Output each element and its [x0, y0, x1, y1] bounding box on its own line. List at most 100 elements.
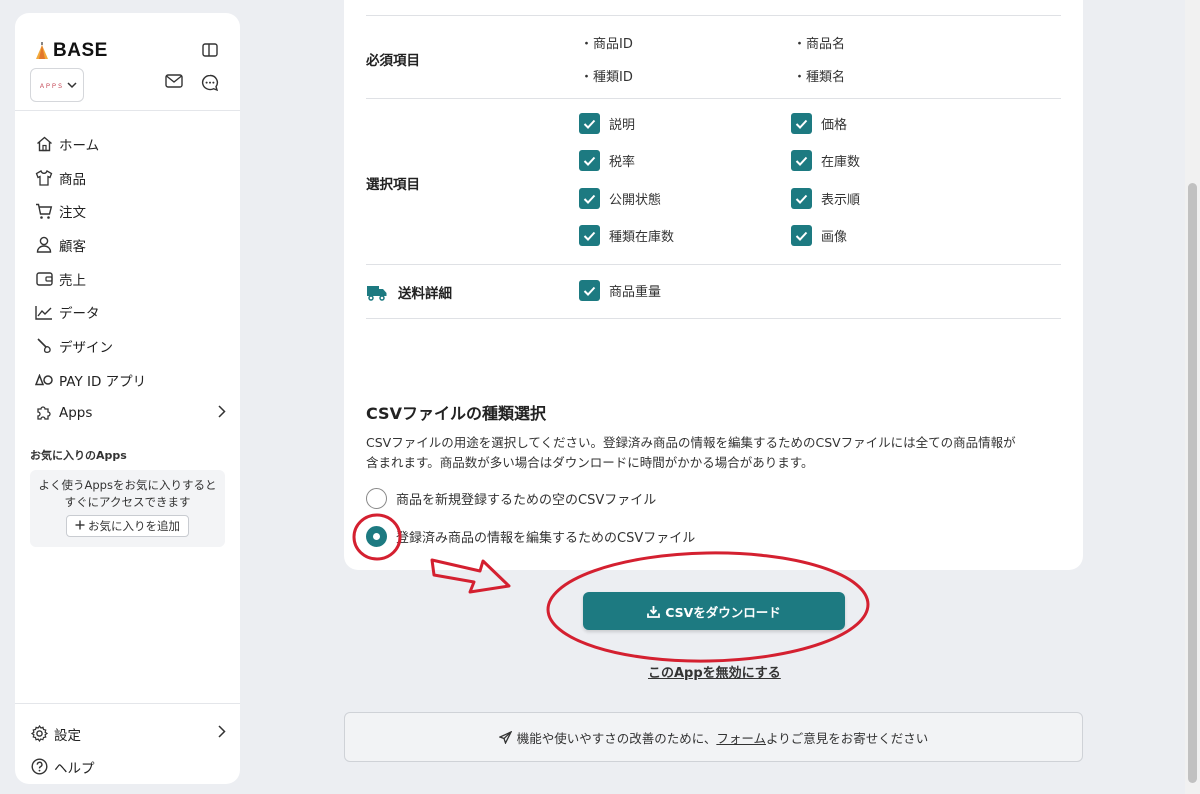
checkbox-label: 税率	[609, 155, 636, 170]
checkbox-label: 表示順	[821, 193, 861, 208]
logo-text: BASE	[53, 40, 108, 61]
divider	[15, 110, 240, 111]
nav-item-settings[interactable]: 設定	[30, 717, 226, 750]
favorites-title: お気に入りのApps	[30, 449, 127, 462]
checkbox-image[interactable]: 画像	[791, 225, 847, 246]
add-favorite-button[interactable]: お気に入りを追加	[66, 515, 189, 537]
shipping-row: 送料詳細 商品重量	[366, 265, 1061, 319]
chat-icon[interactable]	[201, 74, 219, 96]
nav-label: 商品	[59, 171, 86, 188]
radio-label: 商品を新規登録するための空のCSVファイル	[396, 493, 657, 508]
radio-label: 登録済み商品の情報を編集するためのCSVファイル	[396, 531, 696, 546]
top-divider-row	[366, 0, 1061, 16]
checkbox-publish-status[interactable]: 公開状態	[579, 188, 661, 209]
favorites-desc: すぐにアクセスできます	[64, 495, 191, 509]
required-item: ・商品ID	[580, 37, 633, 52]
optional-label: 選択項目	[366, 177, 420, 193]
csv-settings-card: 必須項目 ・商品ID ・商品名 ・種類ID ・種類名 選択項目 説明 価格 税率…	[344, 0, 1083, 570]
help-icon	[30, 758, 48, 776]
csv-type-title: CSVファイルの種類選択	[366, 404, 546, 423]
checkbox-display-order[interactable]: 表示順	[791, 188, 860, 209]
wallet-icon	[35, 270, 53, 288]
nav-item-customers[interactable]: 顧客	[35, 228, 226, 262]
payid-logo-icon	[35, 371, 53, 389]
puzzle-icon	[35, 404, 53, 422]
sidebar: BASE ＡＰＰＳ ホーム 商品 注文 顧客 売上 データ デザイン PAY I…	[15, 13, 240, 784]
checkbox-label: 商品重量	[609, 285, 662, 300]
line-chart-icon	[35, 303, 53, 321]
checkbox-description[interactable]: 説明	[579, 113, 635, 134]
required-item: ・商品名	[793, 37, 846, 52]
nav-item-sales[interactable]: 売上	[35, 262, 226, 296]
scrollbar[interactable]	[1185, 0, 1200, 794]
checkbox-variant-stock[interactable]: 種類在庫数	[579, 225, 674, 246]
shipping-label-text: 送料詳細	[398, 286, 452, 302]
required-fields-row: 必須項目 ・商品ID ・商品名 ・種類ID ・種類名	[366, 16, 1061, 99]
csv-download-button[interactable]: CSVをダウンロード	[583, 592, 845, 630]
disable-app-link[interactable]: このAppを無効にする	[648, 662, 781, 681]
nav-item-data[interactable]: データ	[35, 295, 226, 329]
nav-label: ホーム	[59, 137, 100, 154]
download-icon	[647, 605, 661, 618]
check-icon	[579, 188, 600, 209]
check-icon	[791, 225, 812, 246]
shirt-icon	[35, 169, 53, 187]
bottom-nav: 設定 ヘルプ	[30, 717, 226, 783]
feedback-form-link[interactable]: フォーム	[716, 728, 766, 747]
shop-selector[interactable]: ＡＰＰＳ	[30, 68, 84, 102]
csv-type-description: CSVファイルの用途を選択してください。登録済み商品の情報を編集するためのCSV…	[366, 433, 1066, 472]
checkbox-product-weight[interactable]: 商品重量	[579, 280, 661, 301]
brush-icon	[35, 337, 53, 355]
nav-label: データ	[59, 306, 100, 323]
nav-item-home[interactable]: ホーム	[35, 127, 226, 161]
shop-row: ＡＰＰＳ	[30, 67, 225, 103]
nav-label: 売上	[59, 272, 86, 289]
checkbox-label: 価格	[821, 118, 848, 133]
nav-item-products[interactable]: 商品	[35, 161, 226, 195]
check-icon	[579, 280, 600, 301]
checkbox-label: 公開状態	[609, 193, 662, 208]
add-favorite-label: お気に入りを追加	[88, 519, 180, 533]
radio-new-csv[interactable]: 商品を新規登録するための空のCSVファイル	[366, 488, 656, 509]
feedback-banner: 機能や使いやすさの改善のために、 フォーム よりご意見をお寄せください	[344, 712, 1083, 762]
nav-item-design[interactable]: デザイン	[35, 329, 226, 363]
nav-item-help[interactable]: ヘルプ	[30, 750, 226, 783]
favorites-desc: よく使うAppsをお気に入りすると	[38, 478, 217, 492]
scrollbar-thumb[interactable]	[1188, 183, 1197, 783]
base-logo-icon	[35, 42, 49, 60]
checkbox-stock[interactable]: 在庫数	[791, 150, 860, 171]
check-icon	[791, 188, 812, 209]
required-label: 必須項目	[366, 53, 420, 69]
nav-label: 注文	[59, 205, 86, 222]
main-nav: ホーム 商品 注文 顧客 売上 データ デザイン PAY ID アプリ Apps	[35, 127, 226, 430]
radio-circle	[366, 488, 387, 509]
csv-type-desc-line: 含まれます。商品数が多い場合はダウンロードに時間がかかる場合があります。	[366, 454, 814, 470]
checkbox-tax-rate[interactable]: 税率	[579, 150, 635, 171]
nav-label: Apps	[59, 405, 93, 422]
feedback-suffix: よりご意見をお寄せください	[766, 730, 929, 746]
radio-circle-selected	[366, 526, 387, 547]
home-icon	[35, 135, 53, 153]
plus-icon	[75, 519, 85, 533]
check-icon	[579, 225, 600, 246]
check-icon	[579, 150, 600, 171]
checkbox-label: 種類在庫数	[609, 230, 675, 245]
nav-label: ヘルプ	[54, 760, 95, 777]
nav-label: 設定	[54, 727, 81, 744]
feedback-prefix: 機能や使いやすさの改善のために、	[516, 730, 717, 746]
shop-logo: ＡＰＰＳ	[39, 83, 64, 90]
required-item: ・種類ID	[580, 70, 633, 85]
nav-item-payid[interactable]: PAY ID アプリ	[35, 363, 226, 397]
sidebar-toggle-icon[interactable]	[202, 43, 218, 61]
csv-type-desc-line: CSVファイルの用途を選択してください。登録済み商品の情報を編集するためのCSV…	[366, 435, 1016, 450]
user-icon	[35, 236, 53, 254]
nav-item-apps[interactable]: Apps	[35, 397, 226, 431]
truck-icon	[366, 284, 388, 301]
checkbox-price[interactable]: 価格	[791, 113, 847, 134]
checkbox-label: 説明	[609, 118, 636, 133]
gear-icon	[30, 725, 48, 743]
nav-item-orders[interactable]: 注文	[35, 194, 226, 228]
favorites-box: よく使うAppsをお気に入りすると すぐにアクセスできます お気に入りを追加	[30, 470, 225, 547]
mail-icon[interactable]	[165, 74, 183, 96]
radio-edit-csv[interactable]: 登録済み商品の情報を編集するためのCSVファイル	[366, 526, 695, 547]
